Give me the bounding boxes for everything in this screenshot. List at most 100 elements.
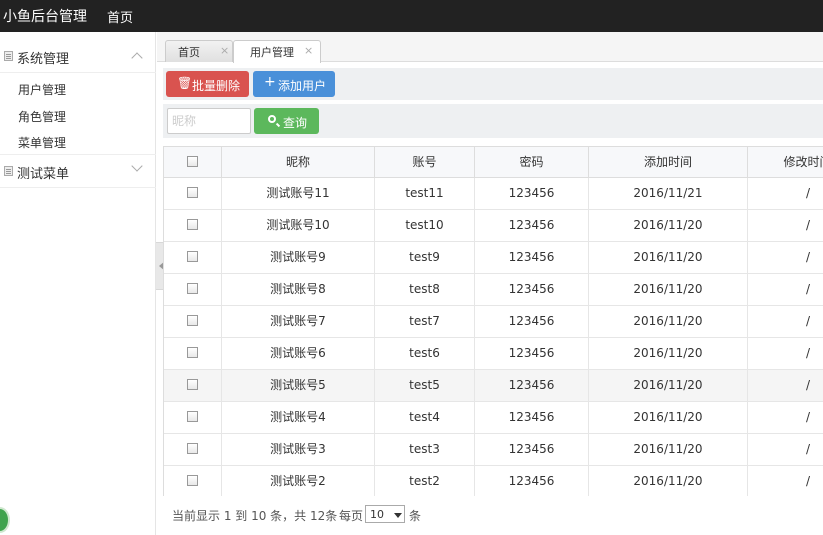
sidebar-item-menus[interactable]: 菜单管理	[18, 134, 66, 151]
menu-list-icon	[4, 166, 13, 176]
cell-password: 123456	[475, 466, 589, 496]
table-row[interactable]: 测试账号9 test9 123456 2016/11/20 /	[164, 242, 823, 274]
divider	[0, 187, 156, 188]
column-header-account[interactable]: 账号	[375, 147, 475, 177]
row-select-cell	[164, 466, 222, 496]
cell-nickname: 测试账号9	[222, 242, 375, 273]
cell-account: test5	[375, 370, 475, 401]
cell-account: test2	[375, 466, 475, 496]
cell-password: 123456	[475, 274, 589, 305]
table-row[interactable]: 测试账号4 test4 123456 2016/11/20 /	[164, 402, 823, 434]
cell-added-time: 2016/11/21	[589, 178, 748, 209]
table-row[interactable]: 测试账号8 test8 123456 2016/11/20 /	[164, 274, 823, 306]
row-select-cell	[164, 178, 222, 209]
tab-home[interactable]: 首页 ×	[165, 40, 233, 62]
pagination-summary: 当前显示 1 到 10 条，共 12条	[172, 509, 338, 523]
cell-account: test6	[375, 338, 475, 369]
row-checkbox[interactable]	[187, 378, 198, 390]
cell-modified-time: /	[805, 218, 811, 232]
cell-password: 123456	[475, 242, 589, 273]
cell-nickname: 测试账号2	[222, 466, 375, 496]
search-button[interactable]: 查询	[254, 108, 319, 134]
cell-nickname: 测试账号11	[222, 178, 375, 209]
tab-user-management[interactable]: 用户管理 ×	[233, 40, 321, 63]
cell-account: test4	[375, 402, 475, 433]
top-nav-home[interactable]: 首页	[107, 7, 133, 26]
row-checkbox[interactable]	[187, 346, 198, 358]
sidebar-group-system[interactable]: 系统管理	[0, 40, 156, 72]
cell-added-time: 2016/11/20	[589, 210, 748, 241]
add-user-button[interactable]: + 添加用户	[253, 71, 335, 97]
table-row[interactable]: 测试账号3 test3 123456 2016/11/20 /	[164, 434, 823, 466]
row-select-cell	[164, 338, 222, 369]
row-select-cell	[164, 402, 222, 433]
cell-password: 123456	[475, 402, 589, 433]
column-header-password[interactable]: 密码	[475, 147, 589, 177]
batch-delete-button[interactable]: 🗑 批量删除	[166, 71, 249, 97]
row-select-cell	[164, 306, 222, 337]
cell-modified-time: /	[805, 186, 811, 200]
page-size-select[interactable]: 10	[365, 505, 405, 523]
table-row[interactable]: 测试账号6 test6 123456 2016/11/20 /	[164, 338, 823, 370]
column-header-nickname[interactable]: 昵称	[222, 147, 375, 177]
table-row[interactable]: 测试账号2 test2 123456 2016/11/20 /	[164, 466, 823, 496]
row-checkbox[interactable]	[187, 250, 198, 262]
row-checkbox[interactable]	[187, 474, 198, 486]
cell-account: test9	[375, 242, 475, 273]
column-header-modified-time[interactable]: 修改时间	[748, 147, 823, 177]
cell-nickname: 测试账号4	[222, 402, 375, 433]
table-row[interactable]: 测试账号5 test5 123456 2016/11/20 /	[164, 370, 823, 402]
top-bar: 小鱼后台管理 首页	[0, 0, 823, 32]
cell-password: 123456	[475, 178, 589, 209]
column-header-added-time[interactable]: 添加时间	[589, 147, 748, 177]
row-checkbox[interactable]	[187, 410, 198, 422]
sidebar-item-users[interactable]: 用户管理	[18, 81, 66, 98]
cell-nickname: 测试账号7	[222, 306, 375, 337]
app-title: 小鱼后台管理	[3, 9, 87, 25]
row-checkbox[interactable]	[187, 218, 198, 230]
close-icon[interactable]: ×	[304, 44, 313, 57]
sidebar-item-roles[interactable]: 角色管理	[18, 108, 66, 125]
cell-password: 123456	[475, 210, 589, 241]
chevron-down-icon	[131, 160, 143, 172]
sidebar-group-label: 系统管理	[17, 52, 70, 67]
table-header: 昵称 账号 密码 添加时间 修改时间	[164, 147, 823, 178]
page-size-value: 10	[370, 508, 384, 521]
table-row[interactable]: 测试账号10 test10 123456 2016/11/20 /	[164, 210, 823, 242]
cell-account: test7	[375, 306, 475, 337]
cell-password: 123456	[475, 338, 589, 369]
select-all-checkbox[interactable]	[187, 155, 198, 167]
row-checkbox[interactable]	[187, 186, 198, 198]
row-select-cell	[164, 434, 222, 465]
cell-modified-time: /	[805, 346, 811, 360]
button-label: 批量删除	[192, 79, 241, 93]
close-icon[interactable]: ×	[220, 44, 229, 57]
button-label: 添加用户	[278, 79, 327, 93]
row-select-cell	[164, 210, 222, 241]
row-checkbox[interactable]	[187, 314, 198, 326]
tab-strip: 首页 × 用户管理 ×	[157, 32, 823, 63]
table-row[interactable]: 测试账号7 test7 123456 2016/11/20 /	[164, 306, 823, 338]
plus-icon: +	[264, 74, 276, 90]
table-row[interactable]: 测试账号11 test11 123456 2016/11/21 /	[164, 178, 823, 210]
cell-account: test3	[375, 434, 475, 465]
cell-added-time: 2016/11/20	[589, 274, 748, 305]
row-checkbox[interactable]	[187, 442, 198, 454]
tab-label: 首页	[178, 46, 200, 59]
cell-nickname: 测试账号5	[222, 370, 375, 401]
sidebar-group-label: 测试菜单	[17, 167, 70, 182]
row-checkbox[interactable]	[187, 282, 198, 294]
cell-password: 123456	[475, 370, 589, 401]
cell-added-time: 2016/11/20	[589, 466, 748, 496]
cell-account: test10	[375, 210, 475, 241]
sidebar-group-test[interactable]: 测试菜单	[0, 155, 156, 187]
cell-modified-time: /	[805, 250, 811, 264]
cell-nickname: 测试账号10	[222, 210, 375, 241]
nickname-search-input[interactable]	[167, 108, 251, 134]
cell-modified-time: /	[805, 410, 811, 424]
cell-modified-time: /	[805, 314, 811, 328]
cell-modified-time: /	[805, 378, 811, 392]
trash-icon: 🗑	[177, 76, 193, 90]
menu-list-icon	[4, 51, 13, 61]
select-all-cell	[164, 147, 222, 177]
